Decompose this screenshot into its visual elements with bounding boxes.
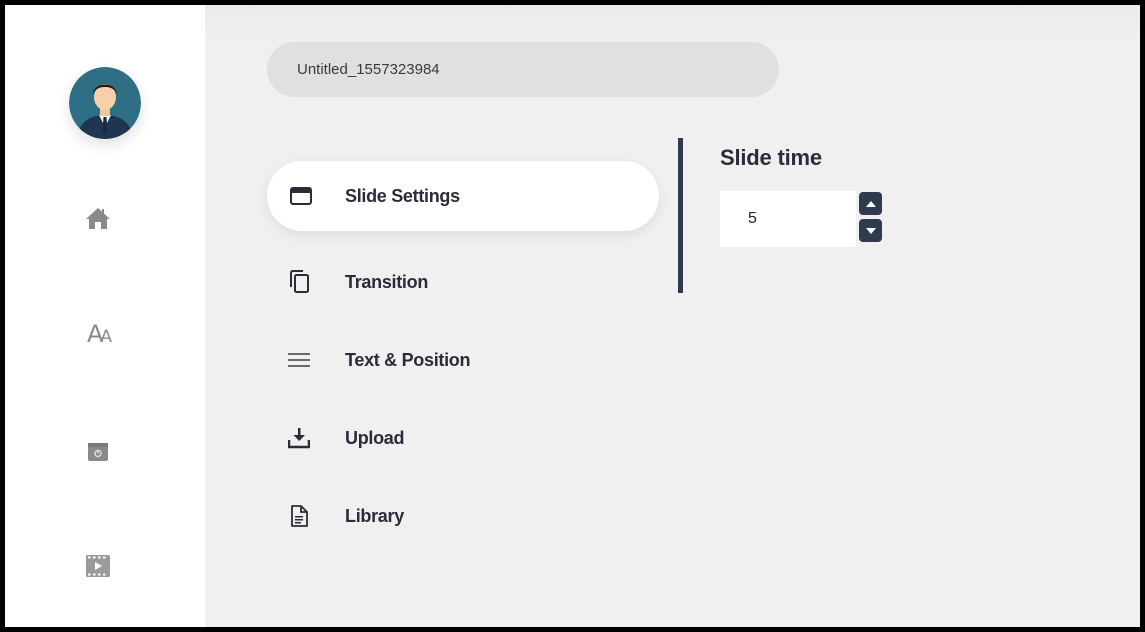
menu-item-library[interactable]: Library <box>267 481 659 551</box>
menu-item-label: Library <box>345 505 404 526</box>
app-window: AA Untitled_1557323984 Slide Settings Tr… <box>0 0 1145 632</box>
text-icon-glyph-small: A <box>100 327 112 347</box>
copy-icon <box>287 270 311 294</box>
lines-icon <box>287 348 311 372</box>
menu-item-label: Upload <box>345 427 405 448</box>
project-title-field[interactable]: Untitled_1557323984 <box>267 42 779 97</box>
menu-item-label: Slide Settings <box>345 185 460 206</box>
home-icon[interactable] <box>83 203 113 233</box>
slide-time-increment-button[interactable] <box>859 192 882 215</box>
slide-icon <box>289 184 313 208</box>
caret-down-icon <box>865 227 876 234</box>
sidebar: AA <box>5 5 205 627</box>
menu-item-upload[interactable]: Upload <box>267 403 659 473</box>
menu-item-label: Transition <box>345 271 429 292</box>
menu-item-transition[interactable]: Transition <box>267 247 659 317</box>
caret-up-icon <box>865 200 876 207</box>
top-bar <box>205 5 1140 41</box>
archive-icon[interactable] <box>83 437 113 467</box>
slide-time-decrement-button[interactable] <box>859 219 882 242</box>
text-icon[interactable]: AA <box>83 319 113 349</box>
video-icon[interactable] <box>83 551 113 581</box>
menu-item-label: Text & Position <box>345 349 471 370</box>
document-icon <box>287 504 311 528</box>
menu-item-text-position[interactable]: Text & Position <box>267 325 659 395</box>
text-icon-glyph-large: A <box>86 320 104 348</box>
user-avatar[interactable] <box>69 67 141 139</box>
slide-time-input[interactable] <box>720 191 856 247</box>
slide-time-label: Slide time <box>720 145 822 170</box>
project-title: Untitled_1557323984 <box>297 61 440 78</box>
download-tray-icon <box>287 426 311 450</box>
menu-item-slide-settings[interactable]: Slide Settings <box>267 161 659 231</box>
panel-divider <box>678 138 683 293</box>
avatar-illustration <box>69 67 141 139</box>
